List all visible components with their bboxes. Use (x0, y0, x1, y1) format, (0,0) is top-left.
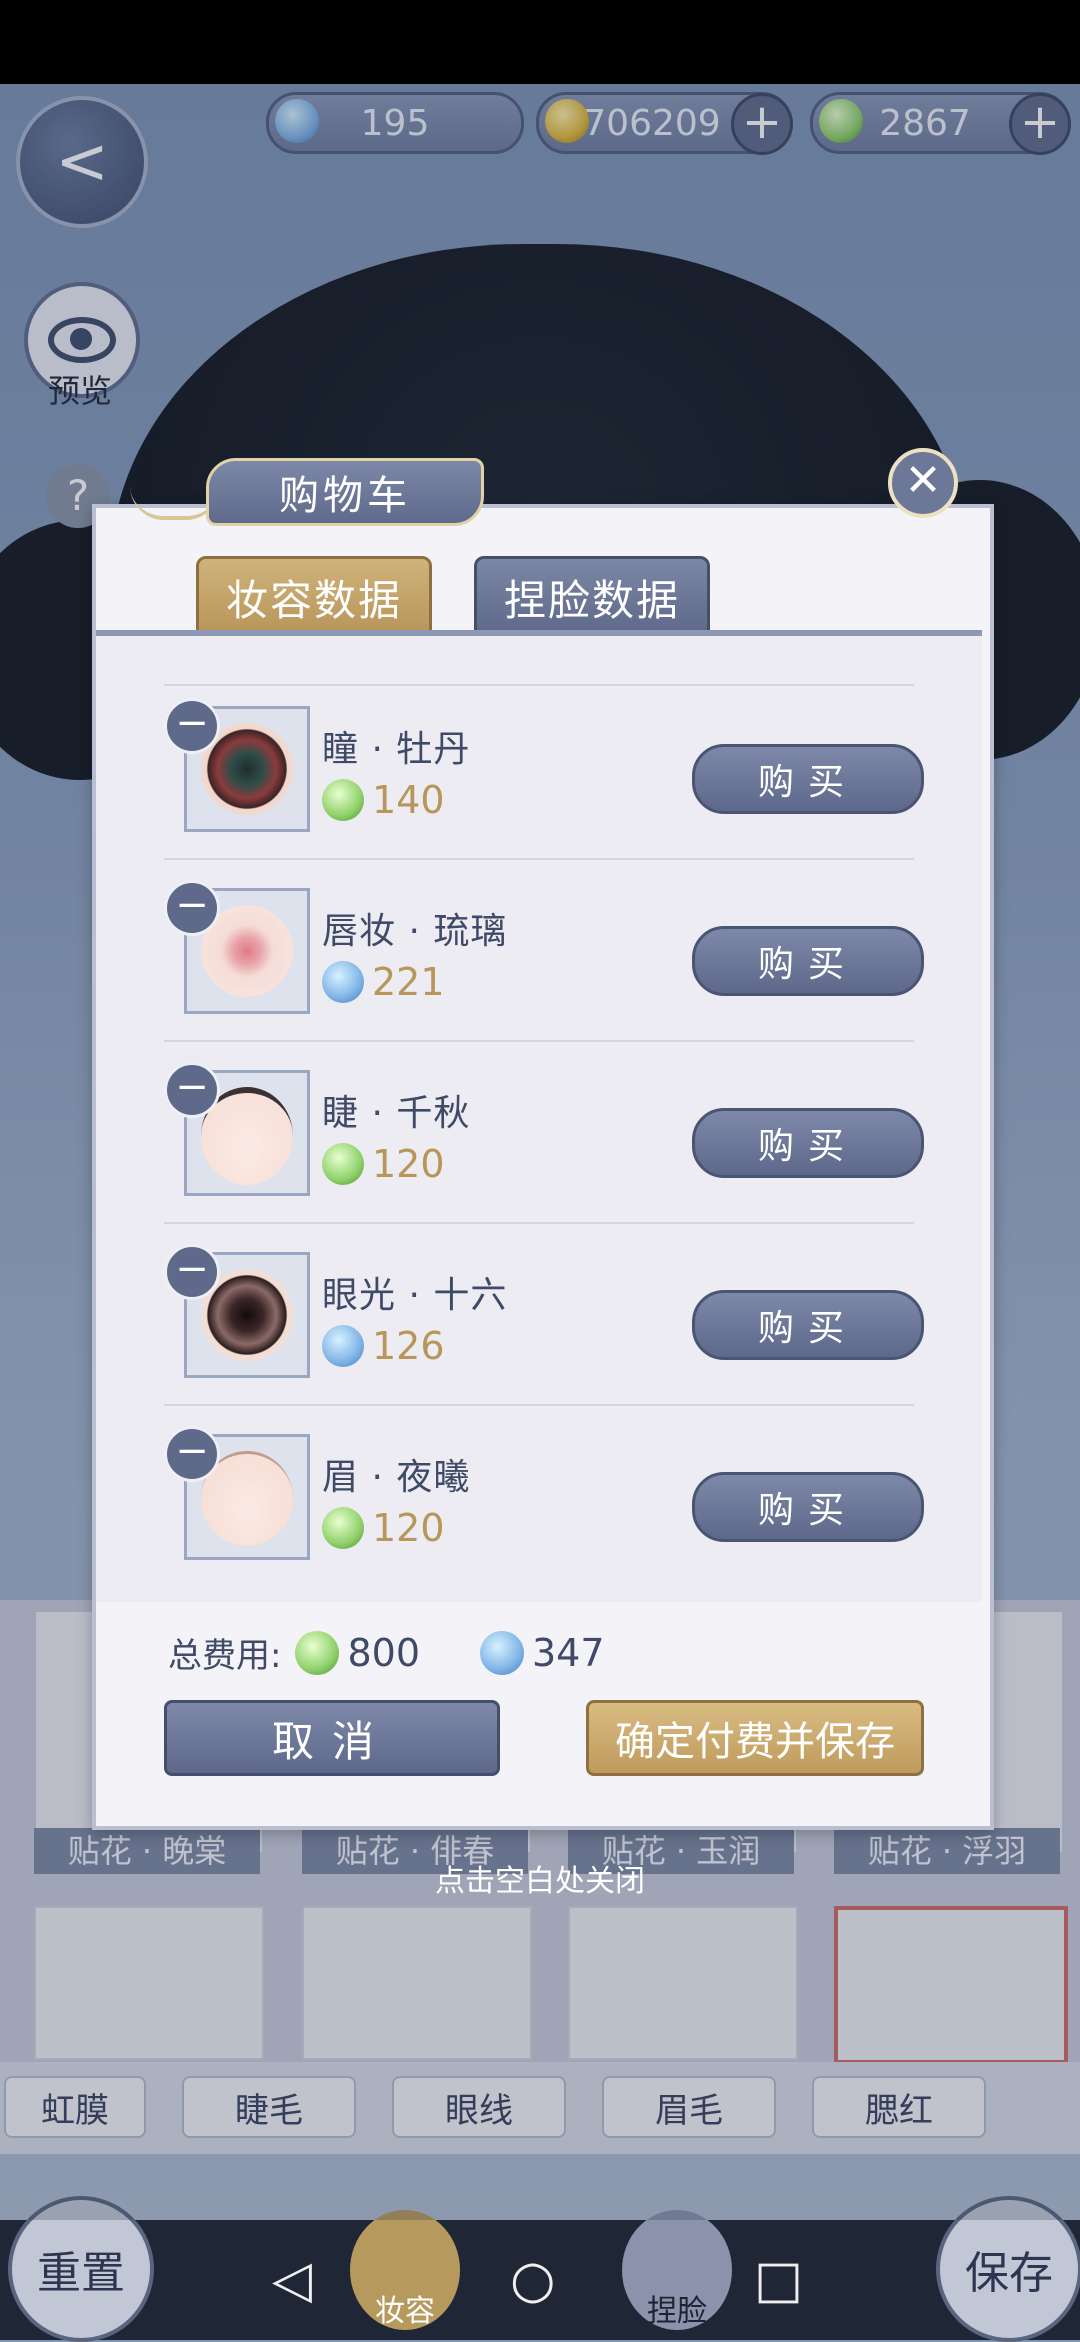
jade-icon (322, 1325, 364, 1367)
price-value: 126 (372, 1324, 445, 1368)
total-cost: 总费用: 800 347 (168, 1628, 651, 1677)
buy-button[interactable]: 购买 (692, 1290, 924, 1360)
leaf-icon (322, 1143, 364, 1185)
item-price: 120 (322, 1142, 445, 1186)
total-leaf-value: 800 (347, 1630, 420, 1675)
buy-button[interactable]: 购买 (692, 744, 924, 814)
system-recents-icon[interactable]: □ (754, 2250, 803, 2310)
leaf-icon (322, 779, 364, 821)
tab-face-data[interactable]: 捏脸数据 (474, 556, 710, 638)
item-name: 眼光 · 十六 (322, 1275, 508, 1316)
tab-makeup-data[interactable]: 妆容数据 (196, 556, 432, 638)
item-price: 126 (322, 1324, 445, 1368)
buy-button[interactable]: 购买 (692, 926, 924, 996)
makeup-mode-tab[interactable]: 妆容 (350, 2210, 460, 2330)
confirm-pay-save-button[interactable]: 确定付费并保存 (586, 1700, 924, 1776)
cancel-button[interactable]: 取消 (164, 1700, 500, 1776)
remove-button[interactable]: − (164, 1426, 220, 1482)
leaf-icon (295, 1630, 340, 1675)
jade-icon (480, 1630, 524, 1675)
system-back-icon[interactable]: ◁ (272, 2250, 312, 2310)
remove-button[interactable]: − (164, 1244, 220, 1300)
remove-button[interactable]: − (164, 1062, 220, 1118)
item-price: 140 (322, 778, 445, 822)
jade-icon (322, 961, 364, 1003)
price-value: 120 (372, 1506, 445, 1550)
item-name: 睫 · 千秋 (322, 1093, 471, 1134)
item-name: 唇妆 · 琉璃 (322, 911, 508, 952)
buy-button[interactable]: 购买 (692, 1472, 924, 1542)
price-value: 221 (372, 960, 445, 1004)
close-button[interactable]: ✕ (888, 448, 958, 518)
price-value: 120 (372, 1142, 445, 1186)
buy-button[interactable]: 购买 (692, 1108, 924, 1178)
system-home-icon[interactable]: ○ (510, 2250, 555, 2310)
dialog-title: 购物车 (206, 458, 484, 526)
list-item: − 眼光 · 十六 126 购买 (164, 1222, 924, 1406)
price-value: 140 (372, 778, 445, 822)
cart-list[interactable]: − 瞳 · 牡丹 140 购买 − 唇妆 · 琉璃 221 购买 − 睫 · 千… (96, 636, 982, 1602)
total-jade-value: 347 (532, 1630, 605, 1675)
item-name: 眉 · 夜曦 (322, 1457, 471, 1498)
close-hint: 点击空白处关闭 (435, 1864, 645, 1899)
leaf-icon (322, 1507, 364, 1549)
list-item: − 唇妆 · 琉璃 221 购买 (164, 858, 924, 1042)
status-bar (0, 0, 1080, 84)
face-mode-tab[interactable]: 捏脸 (622, 2210, 732, 2330)
remove-button[interactable]: − (164, 880, 220, 936)
item-name: 瞳 · 牡丹 (322, 729, 471, 770)
list-item: − 眉 · 夜曦 120 购买 (164, 1404, 924, 1586)
item-price: 120 (322, 1506, 445, 1550)
total-label: 总费用: (168, 1636, 282, 1676)
item-price: 221 (322, 960, 445, 1004)
list-item: − 瞳 · 牡丹 140 购买 (164, 676, 924, 860)
remove-button[interactable]: − (164, 698, 220, 754)
list-item: − 睫 · 千秋 120 购买 (164, 1040, 924, 1224)
